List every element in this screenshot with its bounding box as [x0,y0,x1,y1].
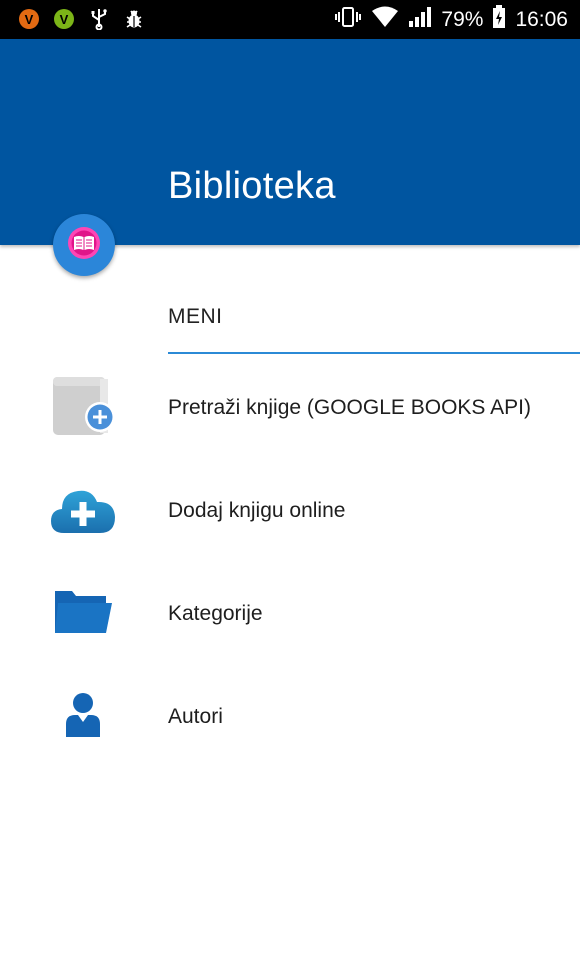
menu-item-label: Dodaj knjigu online [168,499,346,522]
system-status: 79% 16:06 [334,0,568,39]
open-book-icon [67,226,101,265]
svg-text:V: V [60,12,69,27]
person-icon [48,680,118,750]
clock: 16:06 [515,7,568,31]
app-logo-button[interactable] [53,214,115,276]
book-add-icon [48,371,118,441]
cloud-add-icon [48,475,118,545]
vibrate-icon [334,6,362,33]
signal-icon [408,6,432,33]
app-title: Biblioteka [168,165,336,207]
battery-charging-icon [492,5,506,34]
menu-divider [168,352,580,354]
battery-percent: 79% [441,7,484,31]
status-bar: V V 79% 16:06 [0,0,580,39]
usb-icon [88,8,110,30]
menu-item-categories[interactable]: Kategorije [0,562,580,662]
wifi-icon [371,6,399,33]
menu-item-label: Autori [168,705,223,728]
folder-icon [48,577,118,647]
menu-item-search-books[interactable]: Pretraži knjige (GOOGLE BOOKS API) [0,356,580,456]
menu-item-add-book-online[interactable]: Dodaj knjigu online [0,459,580,559]
menu-item-label: Pretraži knjige (GOOGLE BOOKS API) [168,396,531,419]
menu-item-authors[interactable]: Autori [0,665,580,765]
vlc-orange-icon: V [18,8,40,30]
menu-header: MENI [168,305,223,328]
menu-item-label: Kategorije [168,602,263,625]
notification-icons: V V [18,8,145,30]
vlc-green-icon: V [53,8,75,30]
bug-icon [123,8,145,30]
svg-text:V: V [25,12,34,27]
